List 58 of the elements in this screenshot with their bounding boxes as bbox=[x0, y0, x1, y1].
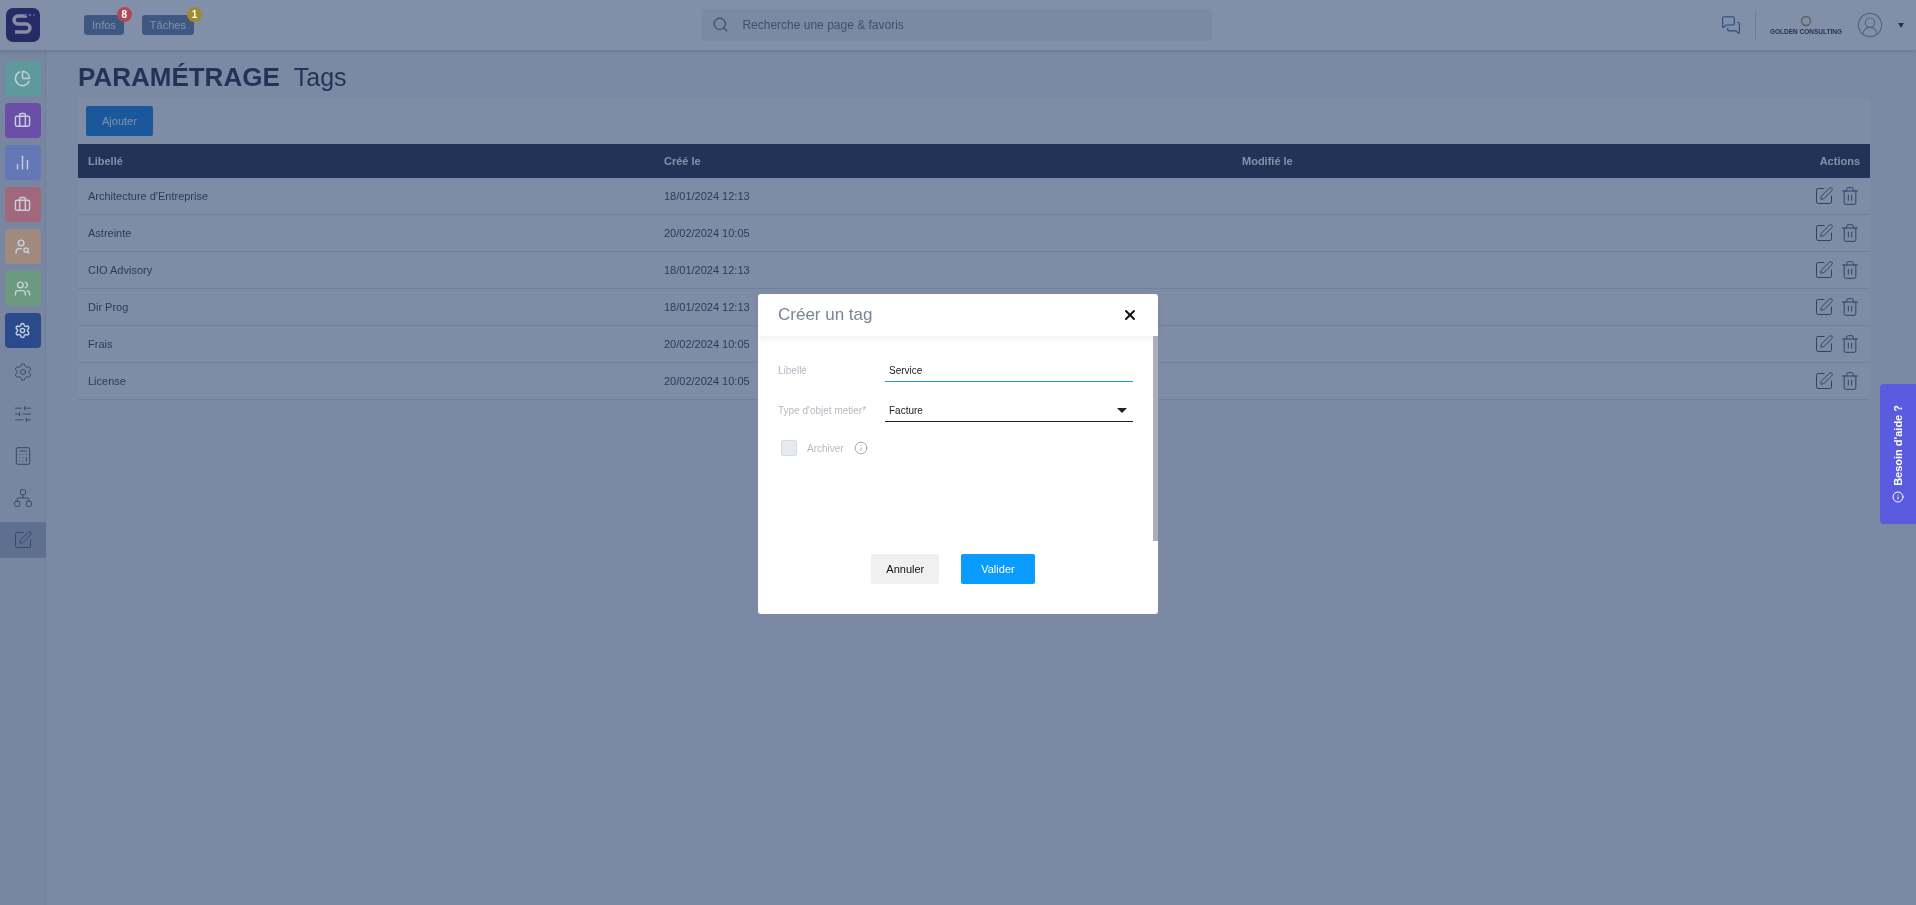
trash-icon[interactable] bbox=[1840, 297, 1860, 317]
briefcase-icon bbox=[14, 111, 31, 129]
table-cell: 18/01/2024 12:13 bbox=[654, 252, 1232, 289]
field-label: Type d'objet metier* bbox=[778, 405, 868, 418]
table-cell: Astreinte bbox=[78, 215, 654, 252]
chat-icon[interactable] bbox=[1720, 15, 1741, 35]
table-cell: Dir Prog bbox=[78, 289, 654, 326]
input-field[interactable]: Service bbox=[885, 360, 1133, 382]
table-cell: License bbox=[78, 363, 654, 400]
table-cell: Frais bbox=[78, 326, 654, 363]
help-tab[interactable]: Besoin d'aide ? bbox=[1880, 384, 1916, 524]
avatar-icon[interactable] bbox=[1856, 11, 1884, 39]
column-header: Libellé bbox=[78, 144, 654, 178]
info-icon[interactable] bbox=[853, 441, 868, 455]
trash-icon[interactable] bbox=[1840, 371, 1860, 391]
caret-icon[interactable] bbox=[1898, 22, 1904, 28]
page-title: PARAMÉTRAGE bbox=[78, 62, 280, 93]
users-icon bbox=[14, 279, 31, 297]
edit-icon[interactable] bbox=[1814, 260, 1834, 280]
company-logo-icon bbox=[1799, 15, 1812, 27]
trash-icon[interactable] bbox=[1840, 223, 1860, 243]
caret-icon bbox=[1117, 408, 1127, 413]
dialog-title: Créer un tag bbox=[778, 305, 873, 325]
cancel-button[interactable]: Annuler bbox=[871, 554, 940, 584]
column-header: Créé le bbox=[654, 144, 1232, 178]
search-icon bbox=[712, 16, 730, 33]
edit-icon[interactable] bbox=[1814, 297, 1834, 317]
trash-icon[interactable] bbox=[1840, 334, 1860, 354]
gear-icon bbox=[14, 321, 31, 339]
confirm-button[interactable]: Valider bbox=[961, 554, 1035, 584]
column-header: Modifié le bbox=[1232, 144, 1750, 178]
edit-icon[interactable] bbox=[1814, 186, 1834, 206]
table-cell: CIO Advisory bbox=[78, 252, 654, 289]
pie-chart-icon bbox=[14, 69, 31, 87]
page-subtitle: Tags bbox=[293, 63, 347, 92]
close-button[interactable] bbox=[1122, 307, 1138, 323]
column-header: Actions bbox=[1750, 144, 1870, 178]
trash-icon[interactable] bbox=[1840, 186, 1860, 206]
select-field[interactable]: Facture bbox=[885, 400, 1133, 422]
table-cell: Architecture d'Entreprise bbox=[78, 178, 654, 215]
sliders-icon bbox=[12, 404, 33, 424]
checkbox-label: Archiver bbox=[807, 442, 844, 454]
search-field[interactable]: Recherche une page & favoris bbox=[702, 9, 1213, 41]
table-cell: 18/01/2024 12:13 bbox=[654, 178, 1232, 215]
edit-icon[interactable] bbox=[1814, 371, 1834, 391]
edit-icon[interactable] bbox=[1814, 334, 1834, 354]
edit-icon[interactable] bbox=[1814, 223, 1834, 243]
briefcase-icon bbox=[14, 195, 31, 213]
hierarchy-icon bbox=[12, 488, 33, 508]
bar-chart-icon bbox=[14, 153, 31, 171]
trash-icon[interactable] bbox=[1840, 260, 1860, 280]
table-cell: 20/02/2024 10:05 bbox=[654, 215, 1232, 252]
edit-icon bbox=[12, 530, 33, 550]
app-logo[interactable] bbox=[6, 8, 40, 42]
info-icon bbox=[1892, 491, 1904, 504]
user-search-icon bbox=[14, 237, 31, 255]
gear-icon bbox=[12, 362, 33, 382]
field-label: Libellé bbox=[778, 365, 808, 378]
